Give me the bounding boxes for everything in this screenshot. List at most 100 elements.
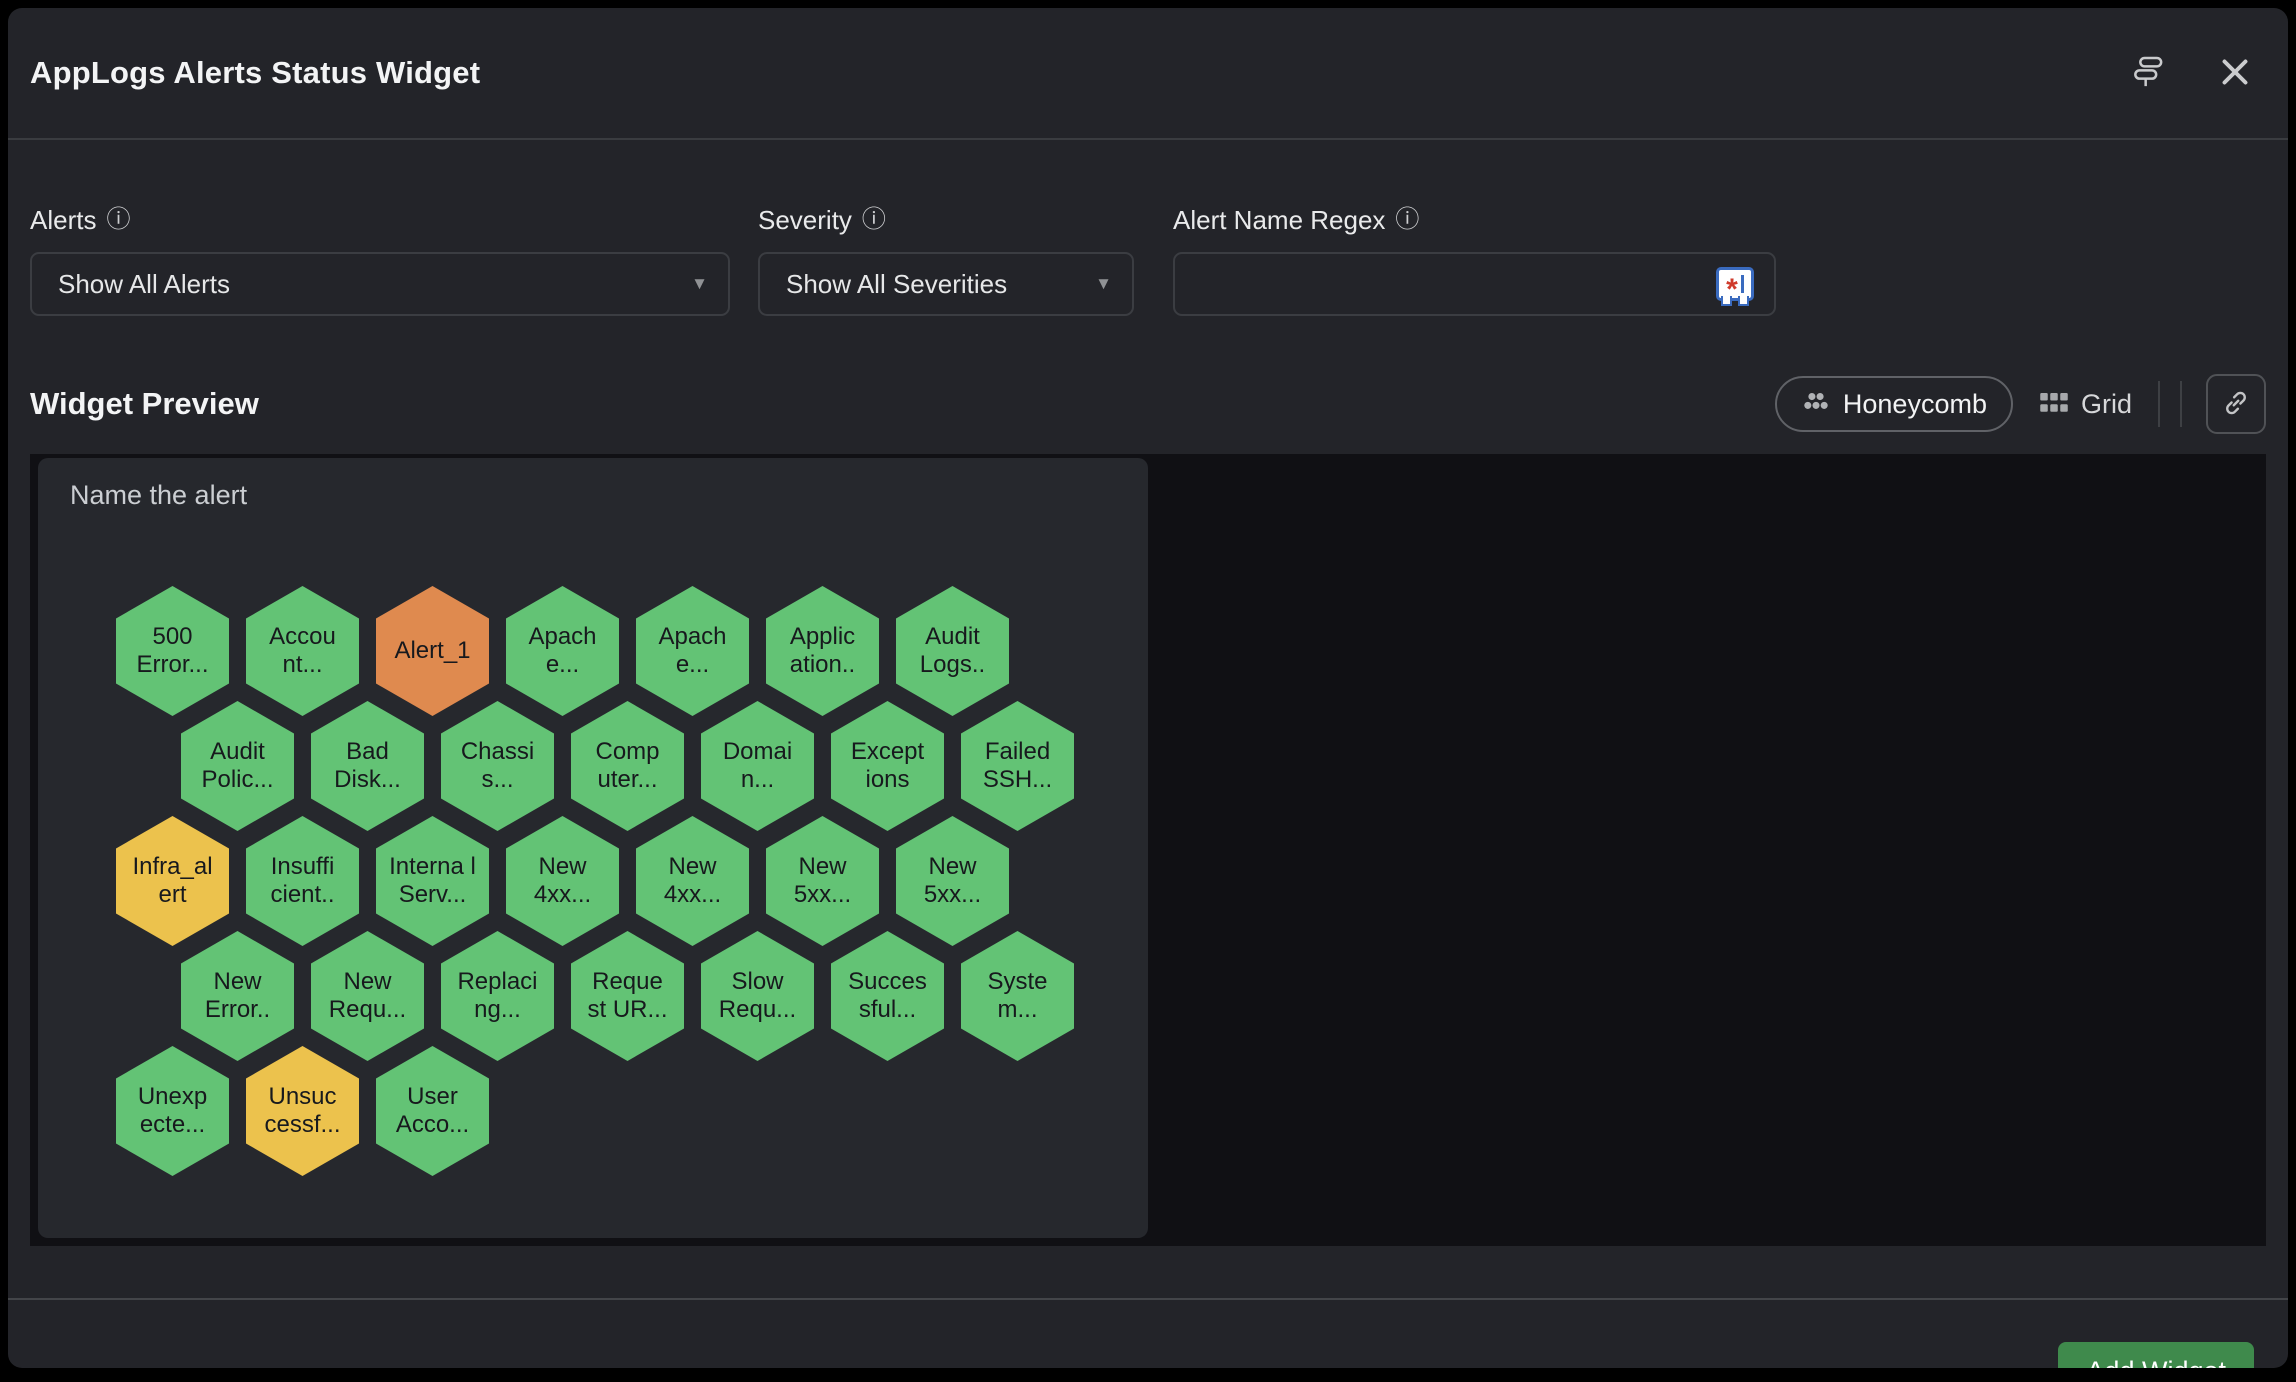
alert-hexagon-label: 500 Error... bbox=[126, 623, 220, 680]
alert-hexagon-label: Insuffi cient.. bbox=[256, 853, 350, 910]
alert-hexagon[interactable]: Reque st UR... bbox=[571, 931, 684, 1061]
alert-hexagon-label: Slow Requ... bbox=[711, 968, 805, 1025]
alert-hexagon-label: Interna l Serv... bbox=[386, 853, 480, 910]
alert-hexagon-label: Accou nt... bbox=[256, 623, 350, 680]
alert-hexagon-label: New 4xx... bbox=[516, 853, 610, 910]
severity-field: Severity ⓘ Show All Severities ▼ bbox=[758, 200, 1134, 316]
close-button[interactable] bbox=[2212, 50, 2258, 96]
regex-test-icon[interactable]: * bbox=[1716, 267, 1754, 301]
alert-hexagon[interactable]: Unsuc cessf... bbox=[246, 1046, 359, 1176]
hex-row: 500 Error... Accou nt... Alert_1 Apach e...… bbox=[38, 586, 1148, 716]
signpost-button[interactable] bbox=[2124, 50, 2170, 96]
alert-hexagon-label: User Acco... bbox=[386, 1083, 480, 1140]
alert-hexagon-label: Domai n... bbox=[711, 738, 805, 795]
hex-row: Unexp ecte... Unsuc cessf... User Acco... bbox=[38, 1046, 1148, 1176]
alert-hexagon-label: Audit Polic... bbox=[191, 738, 285, 795]
alert-hexagon[interactable]: Slow Requ... bbox=[701, 931, 814, 1061]
grid-icon bbox=[2039, 391, 2069, 418]
hex-row: New Error.. New Requ... Replaci ng... Reque… bbox=[38, 931, 1148, 1061]
divider bbox=[2180, 381, 2182, 427]
alert-hexagon-label: New Error.. bbox=[191, 968, 285, 1025]
alerts-field: Alerts ⓘ Show All Alerts ▼ bbox=[30, 200, 730, 316]
alert-hexagon-label: Unsuc cessf... bbox=[256, 1083, 350, 1140]
alerts-select-value: Show All Alerts bbox=[58, 269, 230, 300]
alert-hexagon-label: New 5xx... bbox=[906, 853, 1000, 910]
alert-hexagon[interactable]: New Error.. bbox=[181, 931, 294, 1061]
regex-input[interactable] bbox=[1201, 254, 1716, 314]
severity-label: Severity ⓘ bbox=[758, 200, 1134, 240]
alert-hexagon[interactable]: New 5xx... bbox=[766, 816, 879, 946]
cursor-glyph bbox=[1741, 275, 1744, 293]
alert-hexagon-label: Reque st UR... bbox=[581, 968, 675, 1025]
severity-select[interactable]: Show All Severities ▼ bbox=[758, 252, 1134, 316]
alert-hexagon[interactable]: New 5xx... bbox=[896, 816, 1009, 946]
alert-hexagon-label: Comp uter... bbox=[581, 738, 675, 795]
alerts-label-text: Alerts bbox=[30, 205, 96, 236]
alerts-info-icon[interactable]: ⓘ bbox=[106, 208, 130, 232]
honeycomb-view-button[interactable]: Honeycomb bbox=[1775, 376, 2013, 432]
alert-hexagon[interactable]: 500 Error... bbox=[116, 586, 229, 716]
alert-hexagon-label: Succes sful... bbox=[841, 968, 935, 1025]
honeycomb: 500 Error... Accou nt... Alert_1 Apach e...… bbox=[38, 458, 1148, 1176]
alert-hexagon[interactable]: Accou nt... bbox=[246, 586, 359, 716]
alert-hexagon-label: Audit Logs.. bbox=[906, 623, 1000, 680]
alert-hexagon[interactable]: Insuffi cient.. bbox=[246, 816, 359, 946]
alert-hexagon-label: Except ions bbox=[841, 738, 935, 795]
alert-hexagon[interactable]: Interna l Serv... bbox=[376, 816, 489, 946]
alert-hexagon[interactable]: New 4xx... bbox=[506, 816, 619, 946]
alert-hexagon[interactable]: Applic ation.. bbox=[766, 586, 879, 716]
chevron-down-icon: ▼ bbox=[1095, 274, 1112, 294]
alert-hexagon[interactable]: Apach e... bbox=[506, 586, 619, 716]
regex-field: Alert Name Regex ⓘ * bbox=[1173, 200, 1776, 316]
alert-hexagon-label: Replaci ng... bbox=[451, 968, 545, 1025]
honeycomb-icon bbox=[1801, 389, 1831, 420]
alert-hexagon-label: Unexp ecte... bbox=[126, 1083, 220, 1140]
alert-hexagon[interactable]: Succes sful... bbox=[831, 931, 944, 1061]
alert-hexagon[interactable]: Chassi s... bbox=[441, 701, 554, 831]
alert-hexagon[interactable]: Domai n... bbox=[701, 701, 814, 831]
alert-hexagon[interactable]: User Acco... bbox=[376, 1046, 489, 1176]
signpost-icon bbox=[2127, 52, 2167, 95]
alert-hexagon[interactable]: Except ions bbox=[831, 701, 944, 831]
alert-hexagon[interactable]: Unexp ecte... bbox=[116, 1046, 229, 1176]
close-icon bbox=[2217, 54, 2253, 93]
alerts-select[interactable]: Show All Alerts ▼ bbox=[30, 252, 730, 316]
alert-hexagon[interactable]: New Requ... bbox=[311, 931, 424, 1061]
alert-hexagon[interactable]: Audit Logs.. bbox=[896, 586, 1009, 716]
copy-link-button[interactable] bbox=[2206, 374, 2266, 434]
alert-hexagon[interactable]: Failed SSH... bbox=[961, 701, 1074, 831]
alert-hexagon-label: Applic ation.. bbox=[776, 623, 870, 680]
regex-label: Alert Name Regex ⓘ bbox=[1173, 200, 1776, 240]
alert-hexagon[interactable]: Apach e... bbox=[636, 586, 749, 716]
grid-view-button[interactable]: Grid bbox=[2039, 389, 2132, 420]
alert-hexagon[interactable]: Replaci ng... bbox=[441, 931, 554, 1061]
grid-view-label: Grid bbox=[2081, 389, 2132, 420]
regex-info-icon[interactable]: ⓘ bbox=[1395, 208, 1419, 232]
hex-row: Infra_al ert Insuffi cient.. Interna l Ser… bbox=[38, 816, 1148, 946]
alert-hexagon-label: New 5xx... bbox=[776, 853, 870, 910]
add-widget-button[interactable]: Add Widget bbox=[2058, 1342, 2254, 1368]
alert-hexagon[interactable]: Audit Polic... bbox=[181, 701, 294, 831]
alert-hexagon-label: Apach e... bbox=[516, 623, 610, 680]
dialog-header: AppLogs Alerts Status Widget bbox=[8, 8, 2288, 140]
alert-hexagon[interactable]: Comp uter... bbox=[571, 701, 684, 831]
alert-hexagon[interactable]: Syste m... bbox=[961, 931, 1074, 1061]
alert-hexagon[interactable]: Bad Disk... bbox=[311, 701, 424, 831]
regex-input-wrap: * bbox=[1173, 252, 1776, 316]
header-actions bbox=[2124, 50, 2258, 96]
alert-hexagon-label: Apach e... bbox=[646, 623, 740, 680]
filters-row: Alerts ⓘ Show All Alerts ▼ Severity ⓘ Sh… bbox=[8, 140, 2288, 316]
view-controls: Honeycomb Grid bbox=[1775, 374, 2266, 434]
alert-hexagon-label: New 4xx... bbox=[646, 853, 740, 910]
dialog-title: AppLogs Alerts Status Widget bbox=[30, 55, 480, 91]
alert-hexagon[interactable]: Alert_1 bbox=[376, 586, 489, 716]
alert-hexagon[interactable]: New 4xx... bbox=[636, 816, 749, 946]
severity-info-icon[interactable]: ⓘ bbox=[862, 208, 886, 232]
regex-label-text: Alert Name Regex bbox=[1173, 205, 1385, 236]
widget-preview-card: Name the alert 500 Error...Accou nt...Al… bbox=[38, 458, 1148, 1238]
chevron-down-icon: ▼ bbox=[691, 274, 708, 294]
severity-select-value: Show All Severities bbox=[786, 269, 1007, 300]
preview-heading: Widget Preview bbox=[30, 386, 259, 422]
alert-hexagon[interactable]: Infra_al ert bbox=[116, 816, 229, 946]
alerts-label: Alerts ⓘ bbox=[30, 200, 730, 240]
